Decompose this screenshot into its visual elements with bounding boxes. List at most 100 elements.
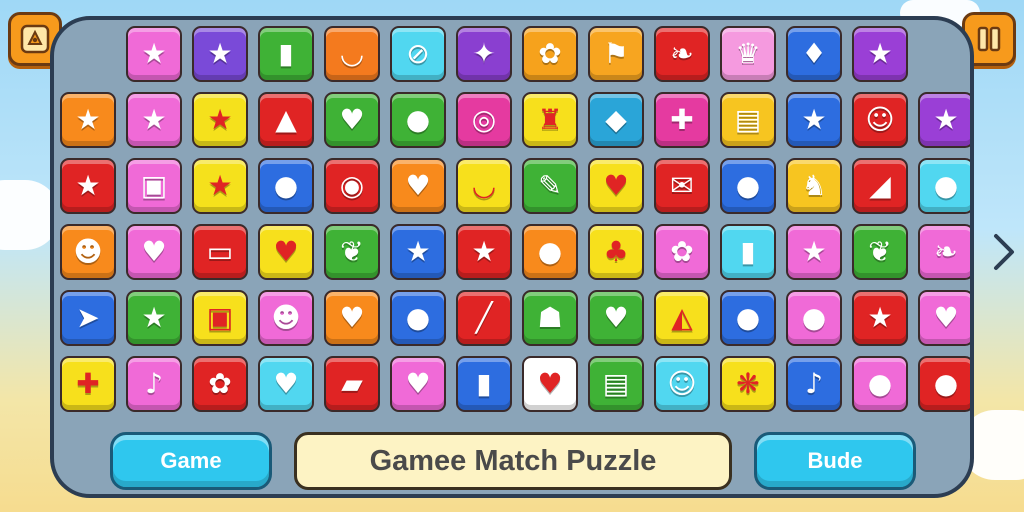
game-tile[interactable]: ★	[126, 92, 182, 148]
game-tile[interactable]: ♣	[588, 224, 644, 280]
game-tile[interactable]: ●	[720, 158, 776, 214]
tile-symbol: ♪	[145, 367, 163, 400]
game-tile[interactable]: ●	[390, 92, 446, 148]
game-tile[interactable]: ▭	[192, 224, 248, 280]
game-tile[interactable]: ◎	[456, 92, 512, 148]
game-tile[interactable]: ◆	[588, 92, 644, 148]
game-tile[interactable]: ♥	[588, 158, 644, 214]
game-tile[interactable]: ◭	[654, 290, 710, 346]
tile-symbol: ◎	[471, 103, 497, 136]
game-tile[interactable]: ▰	[324, 356, 380, 412]
game-tile[interactable]: ▮	[258, 26, 314, 82]
game-tile[interactable]: ▣	[126, 158, 182, 214]
game-tile[interactable]: ●	[522, 224, 578, 280]
game-tile[interactable]: ♥	[126, 224, 182, 280]
game-tile[interactable]: ⚑	[588, 26, 644, 82]
game-tile[interactable]: ▲	[258, 92, 314, 148]
game-tile[interactable]: ♦	[786, 26, 842, 82]
game-tile[interactable]: ♥	[258, 356, 314, 412]
game-tile[interactable]: ✿	[192, 356, 248, 412]
game-tile[interactable]: ☗	[522, 290, 578, 346]
game-tile[interactable]: ▮	[456, 356, 512, 412]
game-tile[interactable]: ★	[852, 290, 908, 346]
game-tile[interactable]: ●	[852, 356, 908, 412]
tile-symbol: ▰	[341, 367, 363, 400]
game-tile[interactable]: ▤	[720, 92, 776, 148]
game-tile[interactable]: ♥	[324, 92, 380, 148]
game-tile[interactable]: ◡	[456, 158, 512, 214]
tile-symbol: ✿	[208, 367, 232, 400]
game-tile[interactable]: ▤	[588, 356, 644, 412]
tile-symbol: ✉	[670, 169, 694, 202]
game-tile[interactable]: ▮	[720, 224, 776, 280]
game-tile[interactable]: ♛	[720, 26, 776, 82]
game-tile[interactable]: ❦	[324, 224, 380, 280]
game-tile[interactable]: ♥	[390, 356, 446, 412]
game-tile[interactable]: ★	[918, 92, 970, 148]
game-tile[interactable]: ✚	[654, 92, 710, 148]
game-tile[interactable]: ★	[60, 92, 116, 148]
game-tile[interactable]: ♪	[786, 356, 842, 412]
game-tile[interactable]: ❧	[918, 224, 970, 280]
game-tile[interactable]: ★	[60, 158, 116, 214]
game-tile[interactable]: ♥	[324, 290, 380, 346]
game-tile[interactable]: ◢	[852, 158, 908, 214]
tile-symbol: ♣	[603, 235, 629, 268]
game-tile[interactable]: ♞	[786, 158, 842, 214]
game-tile[interactable]: ⊘	[390, 26, 446, 82]
tile-symbol: ★	[75, 103, 101, 136]
tile-symbol: ❋	[736, 367, 760, 400]
game-tile[interactable]: ★	[786, 92, 842, 148]
bude-button[interactable]: Bude	[754, 432, 916, 490]
game-tile[interactable]: ●	[390, 290, 446, 346]
game-tile[interactable]: ➤	[60, 290, 116, 346]
game-tile[interactable]: ●	[918, 356, 970, 412]
game-tile[interactable]: ★	[390, 224, 446, 280]
game-tile[interactable]: ●	[258, 158, 314, 214]
tile-symbol: ★	[405, 235, 431, 268]
game-tile[interactable]: ★	[192, 92, 248, 148]
game-tile[interactable]: ✚	[60, 356, 116, 412]
tile-symbol: ☻	[271, 301, 301, 334]
game-tile[interactable]: ●	[918, 158, 970, 214]
game-tile[interactable]: ★	[192, 158, 248, 214]
game-tile[interactable]: ♥	[522, 356, 578, 412]
game-tile[interactable]: ❋	[720, 356, 776, 412]
game-tile[interactable]: ★	[456, 224, 512, 280]
game-tile[interactable]: ☺	[654, 356, 710, 412]
tile-symbol: ●	[405, 301, 431, 334]
game-tile[interactable]: ★	[192, 26, 248, 82]
game-tile[interactable]: ♥	[918, 290, 970, 346]
game-tile[interactable]: ●	[720, 290, 776, 346]
game-tile[interactable]: ◡	[324, 26, 380, 82]
game-tile[interactable]: ♥	[390, 158, 446, 214]
game-button[interactable]: Game	[110, 432, 272, 490]
tile-symbol: ◭	[671, 301, 693, 334]
game-tile[interactable]: ╱	[456, 290, 512, 346]
game-tile[interactable]: ♪	[126, 356, 182, 412]
game-tile[interactable]: ✦	[456, 26, 512, 82]
game-tile[interactable]: ★	[852, 26, 908, 82]
tile-symbol: ✚	[76, 367, 100, 400]
game-tile[interactable]: ★	[786, 224, 842, 280]
game-tile[interactable]: ☻	[60, 224, 116, 280]
game-tile[interactable]: ☺	[852, 92, 908, 148]
game-tile[interactable]: ♥	[258, 224, 314, 280]
game-tile[interactable]: ●	[786, 290, 842, 346]
tile-symbol: ▲	[275, 103, 297, 136]
arrow-right-icon[interactable]	[992, 232, 1016, 272]
game-tile[interactable]: ✿	[522, 26, 578, 82]
game-tile[interactable]: ♥	[588, 290, 644, 346]
tile-symbol: ➤	[76, 301, 100, 334]
game-tile[interactable]: ▣	[192, 290, 248, 346]
game-tile[interactable]: ★	[126, 26, 182, 82]
game-tile[interactable]: ✎	[522, 158, 578, 214]
game-tile[interactable]: ✉	[654, 158, 710, 214]
game-tile[interactable]: ❧	[654, 26, 710, 82]
game-tile[interactable]: ❦	[852, 224, 908, 280]
game-tile[interactable]: ★	[126, 290, 182, 346]
game-tile[interactable]: ☻	[258, 290, 314, 346]
game-tile[interactable]: ◉	[324, 158, 380, 214]
game-tile[interactable]: ♜	[522, 92, 578, 148]
game-tile[interactable]: ✿	[654, 224, 710, 280]
